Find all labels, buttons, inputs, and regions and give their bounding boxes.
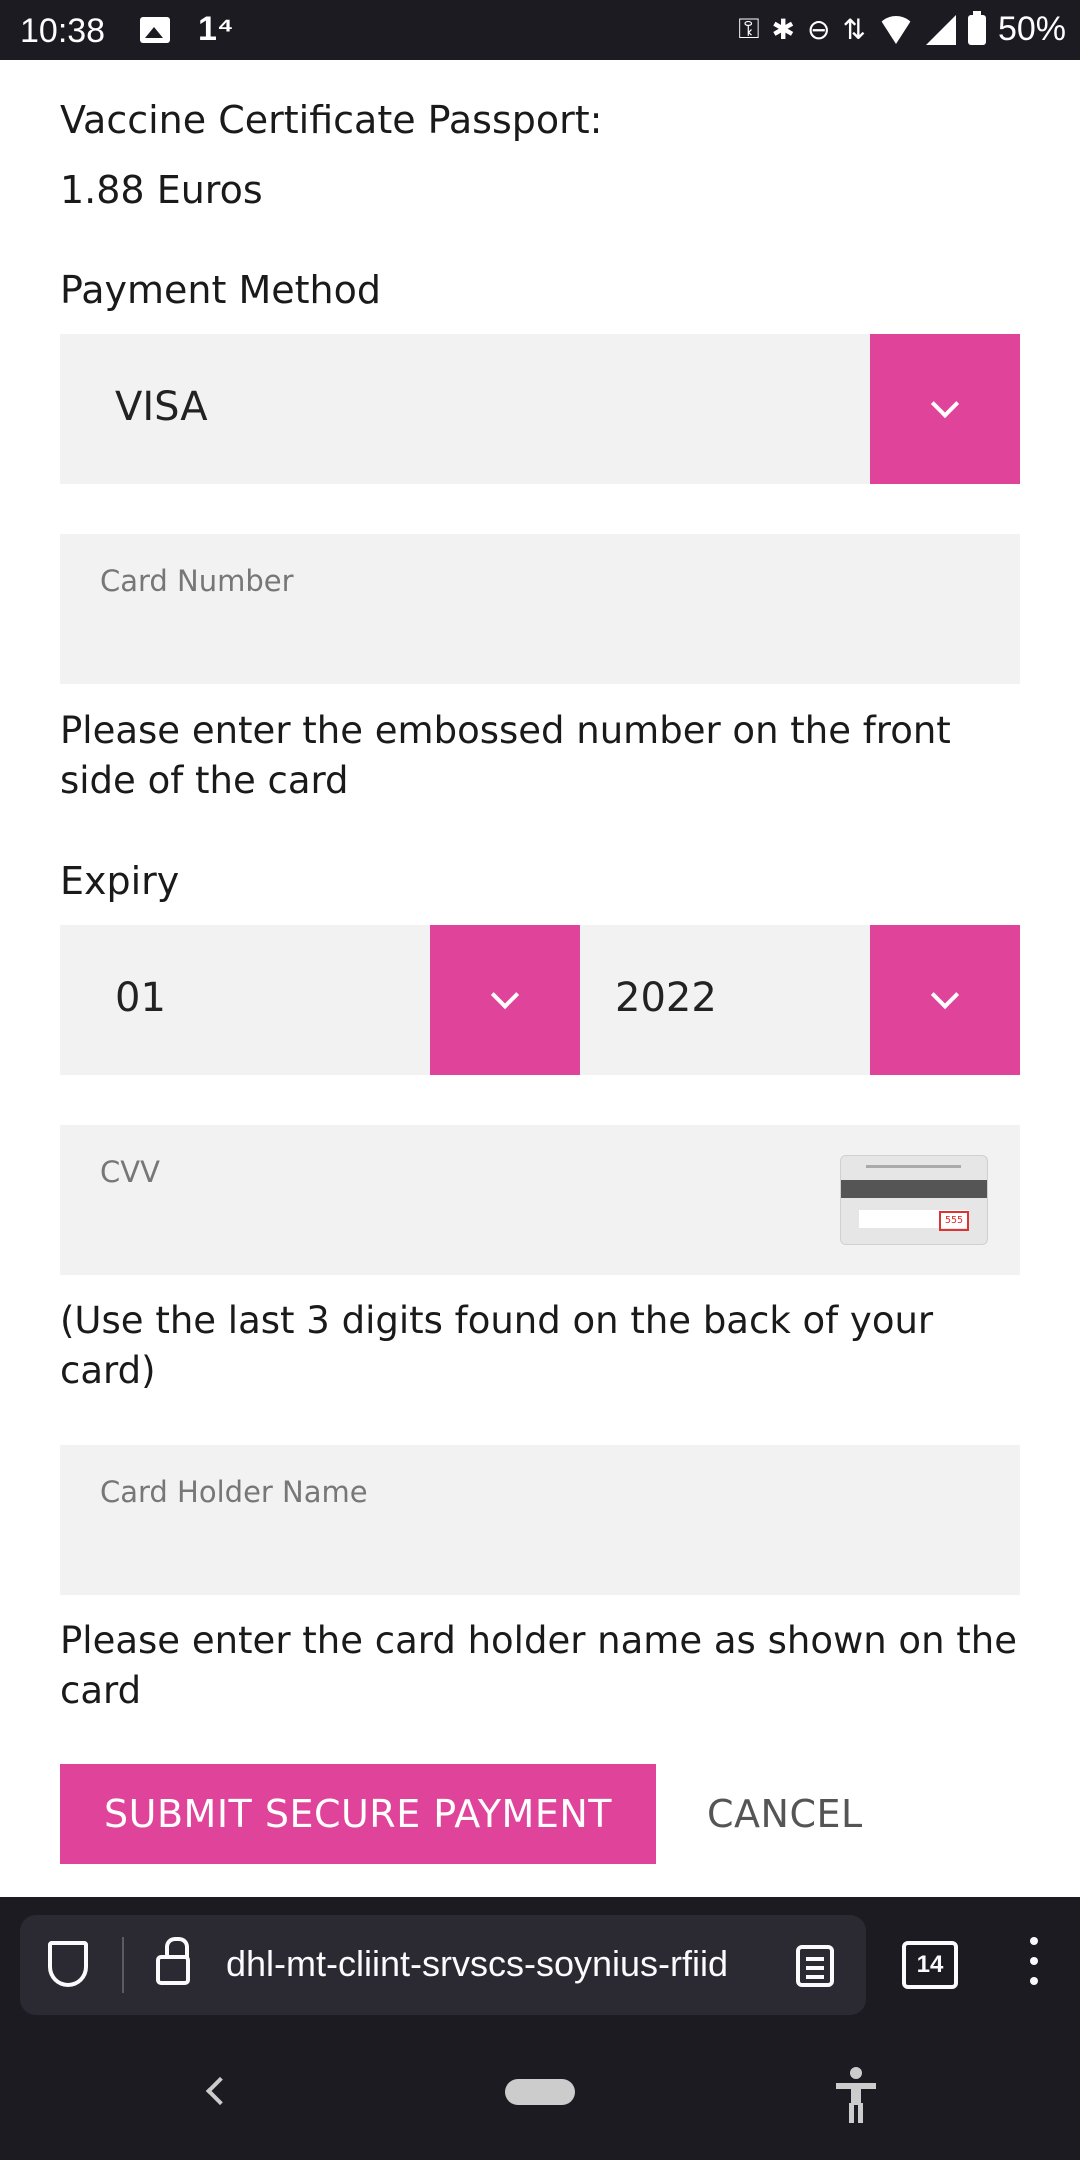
- payment-method-select[interactable]: VISA: [60, 334, 1020, 484]
- status-time: 10:38: [20, 12, 106, 50]
- chevron-down-icon: [930, 980, 960, 1010]
- card-back-icon: 555: [840, 1155, 988, 1245]
- shield-icon[interactable]: [48, 1941, 88, 1987]
- reader-mode-icon[interactable]: [796, 1945, 834, 1987]
- browser-toolbar: dhl-mt-cliint-srvscs-soynius-rfiid 14: [0, 1897, 1080, 2027]
- expiry-year-select[interactable]: 2022: [580, 925, 1020, 1075]
- home-pill-icon[interactable]: [505, 2079, 575, 2105]
- card-number-field[interactable]: Card Number: [60, 534, 1020, 684]
- chevron-down-icon: [490, 980, 520, 1010]
- card-number-help: Please enter the embossed number on the …: [60, 709, 951, 802]
- data-transfer-icon: ⇅: [842, 14, 866, 45]
- cvv-help: (Use the last 3 digits found on the back…: [60, 1299, 934, 1392]
- card-holder-help: Please enter the card holder name as sho…: [60, 1619, 1017, 1712]
- vpn-key-icon: ⚿: [738, 13, 760, 44]
- network-indicator: 1⁴: [198, 10, 234, 48]
- cancel-button[interactable]: CANCEL: [707, 1792, 863, 1836]
- expiry-month-value: 01: [115, 975, 166, 1021]
- card-holder-name-field[interactable]: Card Holder Name: [60, 1445, 1020, 1595]
- url-text[interactable]: dhl-mt-cliint-srvscs-soynius-rfiid: [226, 1943, 766, 1985]
- chevron-down-icon: [930, 389, 960, 419]
- cvv-code-sample: 555: [939, 1211, 969, 1231]
- signal-icon: [925, 14, 956, 45]
- system-nav-bar: [0, 2027, 1080, 2160]
- cvv-field[interactable]: CVV 555: [60, 1125, 1020, 1275]
- payment-method-dropdown-button[interactable]: [870, 334, 1020, 484]
- bluetooth-icon: ✱: [771, 14, 795, 45]
- status-bar: 10:38 1⁴ ⚿ ✱ ⊖ ⇅ 50%: [0, 0, 1080, 60]
- battery-percent: 50%: [997, 10, 1066, 48]
- url-divider: [122, 1937, 124, 1993]
- payment-method-value: VISA: [115, 384, 208, 430]
- gallery-notification-icon: [140, 17, 170, 43]
- expiry-year-dropdown-button[interactable]: [870, 925, 1020, 1075]
- card-back-microtext: [866, 1165, 961, 1168]
- expiry-month-select[interactable]: 01: [60, 925, 580, 1075]
- payment-method-label: Payment Method: [60, 268, 381, 312]
- accessibility-icon[interactable]: [836, 2067, 876, 2123]
- battery-icon: [967, 10, 986, 45]
- lock-icon[interactable]: [156, 1937, 190, 1985]
- cvv-placeholder: CVV: [100, 1155, 160, 1189]
- menu-kebab-icon[interactable]: [1028, 1937, 1040, 1987]
- magnetic-stripe: [841, 1180, 987, 1198]
- do-not-disturb-icon: ⊖: [807, 14, 831, 45]
- submit-payment-button[interactable]: SUBMIT SECURE PAYMENT: [60, 1764, 656, 1864]
- expiry-month-dropdown-button[interactable]: [430, 925, 580, 1075]
- expiry-label: Expiry: [60, 859, 180, 903]
- card-holder-placeholder: Card Holder Name: [100, 1475, 368, 1509]
- tabs-button[interactable]: 14: [902, 1941, 958, 1989]
- wifi-icon: [877, 15, 914, 44]
- product-label: Vaccine Certificate Passport:: [60, 98, 603, 142]
- card-number-placeholder: Card Number: [100, 564, 294, 598]
- url-bar[interactable]: dhl-mt-cliint-srvscs-soynius-rfiid: [20, 1915, 866, 2015]
- expiry-year-value: 2022: [615, 975, 717, 1021]
- price-value: 1.88 Euros: [60, 168, 263, 212]
- back-icon[interactable]: [205, 2076, 235, 2106]
